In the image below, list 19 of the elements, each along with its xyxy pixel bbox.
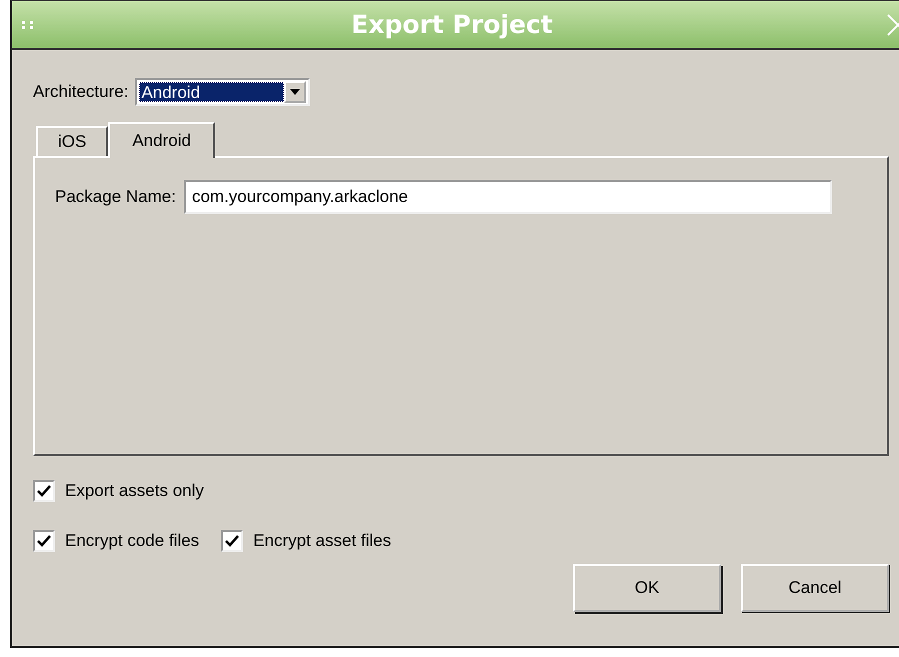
caret-icon <box>290 89 300 95</box>
check-mark-icon <box>37 484 51 498</box>
dialog-button[interactable]: OK <box>573 564 721 612</box>
package-name-label: Package Name: <box>55 187 176 207</box>
checkbox[interactable] <box>221 530 244 552</box>
checkbox[interactable] <box>33 480 55 502</box>
checkbox[interactable] <box>33 530 55 552</box>
checkbox-label: Export assets only <box>65 481 204 501</box>
checkbox-label: Encrypt code files <box>65 531 200 551</box>
tab[interactable]: Android <box>108 122 215 158</box>
check-mark-icon <box>225 534 240 548</box>
window-title: Export Project <box>350 10 554 39</box>
dialog-button[interactable]: Cancel <box>741 564 889 612</box>
tab[interactable]: iOS <box>36 126 108 156</box>
check-mark-icon <box>37 534 51 548</box>
package-name-field[interactable]: com.yourcompany.arkaclone <box>184 180 832 214</box>
architecture-dropdown[interactable]: Android <box>135 78 310 106</box>
architecture-label: Architecture: <box>33 82 128 102</box>
checkbox-label: Encrypt asset files <box>253 531 392 551</box>
